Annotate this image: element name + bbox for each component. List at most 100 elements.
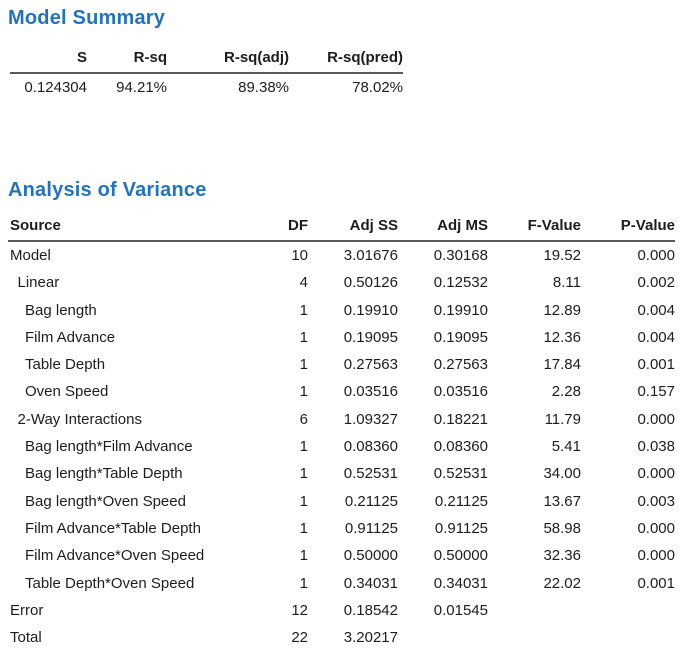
anova-table-row: Oven Speed 1 0.03516 0.03516 2.28 0.157	[8, 378, 675, 405]
anova-cell-p-value: 0.000	[581, 515, 675, 542]
anova-cell-source: Table Depth*Oven Speed	[8, 570, 266, 597]
anova-table-row: Error 12 0.18542 0.01545	[8, 597, 675, 624]
anova-cell-source: Bag length*Oven Speed	[8, 488, 266, 515]
anova-cell-df: 1	[266, 433, 308, 460]
anova-table-row: Model 10 3.01676 0.30168 19.52 0.000	[8, 241, 675, 269]
anova-cell-source: Model	[8, 241, 266, 269]
anova-section: Analysis of Variance Source DF Adj SS Ad…	[8, 178, 678, 651]
anova-table-row: Bag length 1 0.19910 0.19910 12.89 0.004	[8, 297, 675, 324]
anova-cell-p-value	[581, 624, 675, 651]
anova-cell-adj-ms: 0.12532	[398, 269, 488, 296]
anova-cell-adj-ss: 0.50000	[308, 542, 398, 569]
column-header-s: S	[10, 49, 87, 73]
anova-cell-f-value: 17.84	[488, 351, 581, 378]
model-summary-value-row: 0.124304 94.21% 89.38% 78.02%	[10, 73, 403, 98]
anova-cell-adj-ms	[398, 624, 488, 651]
anova-cell-p-value: 0.004	[581, 324, 675, 351]
anova-cell-source: Total	[8, 624, 266, 651]
anova-cell-adj-ms: 0.01545	[398, 597, 488, 624]
anova-cell-f-value: 13.67	[488, 488, 581, 515]
anova-cell-f-value: 5.41	[488, 433, 581, 460]
anova-cell-df: 1	[266, 488, 308, 515]
model-summary-header-row: S R-sq R-sq(adj) R-sq(pred)	[10, 49, 403, 73]
anova-cell-source: Bag length*Table Depth	[8, 460, 266, 487]
anova-table-row: Film Advance*Table Depth 1 0.91125 0.911…	[8, 515, 675, 542]
anova-table-row: Film Advance 1 0.19095 0.19095 12.36 0.0…	[8, 324, 675, 351]
anova-cell-p-value	[581, 597, 675, 624]
column-header-f-value: F-Value	[488, 217, 581, 241]
anova-cell-p-value: 0.000	[581, 542, 675, 569]
anova-cell-df: 1	[266, 297, 308, 324]
anova-cell-adj-ms: 0.52531	[398, 460, 488, 487]
anova-table-row: Film Advance*Oven Speed 1 0.50000 0.5000…	[8, 542, 675, 569]
anova-cell-f-value: 22.02	[488, 570, 581, 597]
anova-cell-adj-ms: 0.18221	[398, 406, 488, 433]
anova-cell-p-value: 0.004	[581, 297, 675, 324]
anova-cell-p-value: 0.038	[581, 433, 675, 460]
anova-cell-df: 12	[266, 597, 308, 624]
anova-cell-adj-ms: 0.30168	[398, 241, 488, 269]
anova-header-row: Source DF Adj SS Adj MS F-Value P-Value	[8, 217, 675, 241]
statistical-output-pane: Model Summary S R-sq R-sq(adj) R-sq(pred…	[0, 0, 686, 651]
anova-cell-p-value: 0.001	[581, 570, 675, 597]
anova-cell-f-value	[488, 597, 581, 624]
model-summary-title: Model Summary	[8, 6, 678, 30]
anova-cell-df: 1	[266, 351, 308, 378]
anova-cell-f-value: 58.98	[488, 515, 581, 542]
anova-cell-adj-ss: 0.19910	[308, 297, 398, 324]
anova-cell-df: 6	[266, 406, 308, 433]
anova-table-row: Bag length*Oven Speed 1 0.21125 0.21125 …	[8, 488, 675, 515]
anova-cell-adj-ms: 0.21125	[398, 488, 488, 515]
anova-cell-adj-ss: 0.50126	[308, 269, 398, 296]
anova-cell-adj-ms: 0.03516	[398, 378, 488, 405]
value-rsq: 94.21%	[87, 73, 167, 98]
column-header-rsq-pred: R-sq(pred)	[289, 49, 403, 73]
anova-cell-df: 1	[266, 460, 308, 487]
anova-cell-f-value: 32.36	[488, 542, 581, 569]
model-summary-table: S R-sq R-sq(adj) R-sq(pred) 0.124304 94.…	[10, 49, 403, 98]
anova-cell-source: Linear	[8, 269, 266, 296]
anova-cell-f-value: 8.11	[488, 269, 581, 296]
anova-cell-df: 1	[266, 515, 308, 542]
anova-cell-adj-ss: 0.27563	[308, 351, 398, 378]
anova-cell-adj-ss: 0.03516	[308, 378, 398, 405]
anova-cell-adj-ss: 0.34031	[308, 570, 398, 597]
anova-cell-source: Table Depth	[8, 351, 266, 378]
anova-cell-adj-ss: 0.91125	[308, 515, 398, 542]
anova-cell-source: Film Advance*Table Depth	[8, 515, 266, 542]
anova-cell-adj-ss: 0.21125	[308, 488, 398, 515]
column-header-rsq: R-sq	[87, 49, 167, 73]
anova-cell-source: Film Advance*Oven Speed	[8, 542, 266, 569]
anova-cell-source: Oven Speed	[8, 378, 266, 405]
anova-cell-f-value: 19.52	[488, 241, 581, 269]
anova-cell-adj-ss: 3.01676	[308, 241, 398, 269]
anova-cell-adj-ms: 0.27563	[398, 351, 488, 378]
anova-title: Analysis of Variance	[8, 178, 678, 202]
anova-table: Source DF Adj SS Adj MS F-Value P-Value …	[8, 217, 675, 651]
anova-cell-df: 1	[266, 542, 308, 569]
anova-cell-p-value: 0.002	[581, 269, 675, 296]
anova-cell-adj-ss: 1.09327	[308, 406, 398, 433]
anova-table-body: Model 10 3.01676 0.30168 19.52 0.000 Lin…	[8, 241, 675, 651]
anova-table-row: Linear 4 0.50126 0.12532 8.11 0.002	[8, 269, 675, 296]
anova-table-row: Bag length*Film Advance 1 0.08360 0.0836…	[8, 433, 675, 460]
column-header-rsq-adj: R-sq(adj)	[167, 49, 289, 73]
anova-cell-p-value: 0.000	[581, 241, 675, 269]
anova-table-row: Bag length*Table Depth 1 0.52531 0.52531…	[8, 460, 675, 487]
column-header-df: DF	[266, 217, 308, 241]
anova-cell-p-value: 0.157	[581, 378, 675, 405]
anova-cell-f-value: 11.79	[488, 406, 581, 433]
anova-cell-p-value: 0.000	[581, 406, 675, 433]
anova-table-row: 2-Way Interactions 6 1.09327 0.18221 11.…	[8, 406, 675, 433]
column-header-adj-ms: Adj MS	[398, 217, 488, 241]
anova-cell-adj-ms: 0.19910	[398, 297, 488, 324]
anova-cell-df: 1	[266, 324, 308, 351]
model-summary-section: Model Summary S R-sq R-sq(adj) R-sq(pred…	[8, 6, 678, 98]
anova-cell-adj-ss: 0.18542	[308, 597, 398, 624]
column-header-adj-ss: Adj SS	[308, 217, 398, 241]
anova-cell-source: 2-Way Interactions	[8, 406, 266, 433]
column-header-source: Source	[8, 217, 266, 241]
anova-cell-adj-ms: 0.50000	[398, 542, 488, 569]
anova-cell-f-value: 2.28	[488, 378, 581, 405]
anova-table-row: Table Depth 1 0.27563 0.27563 17.84 0.00…	[8, 351, 675, 378]
